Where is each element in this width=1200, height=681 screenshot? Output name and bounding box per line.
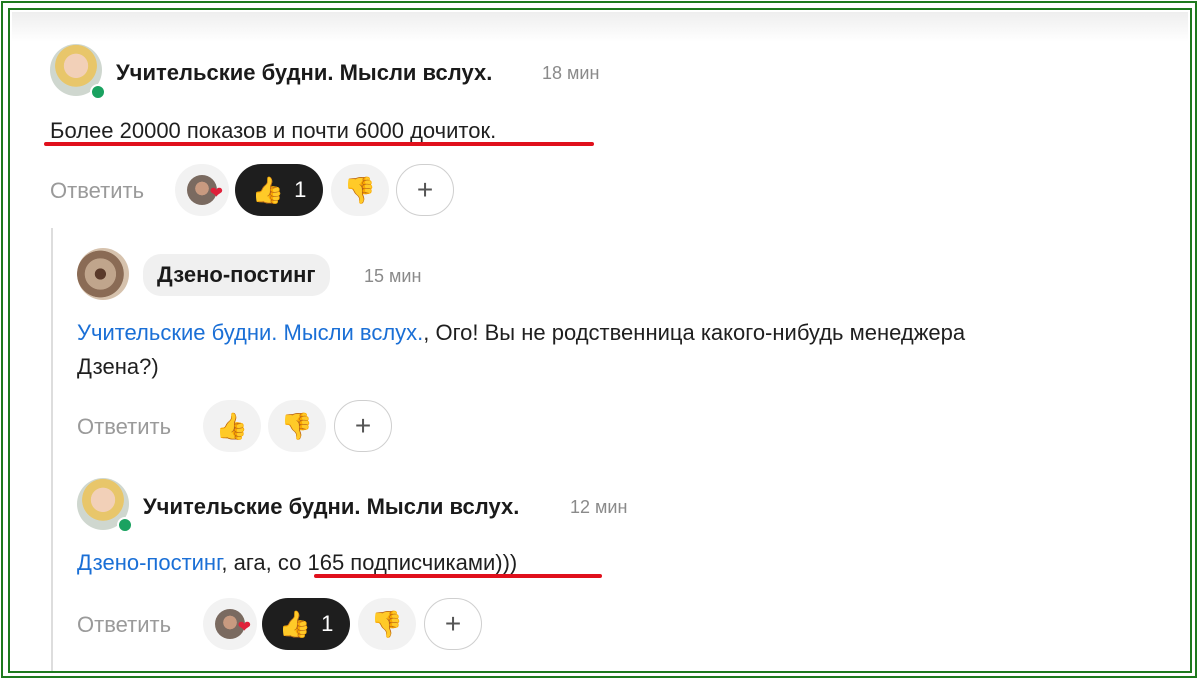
online-indicator <box>117 517 133 533</box>
thumbs-down-icon: 👎 <box>280 411 314 441</box>
red-underline <box>44 142 594 146</box>
plus-icon: + <box>354 410 372 441</box>
dislike-button[interactable]: 👎 <box>331 164 389 216</box>
like-button[interactable]: 👍 <box>203 400 261 452</box>
comment-author[interactable]: Учительские будни. Мысли вслух. <box>116 60 492 86</box>
plus-icon: + <box>444 608 462 639</box>
add-reaction-button[interactable]: + <box>396 164 454 216</box>
comment-text-body: , ага, со 165 подписчиками))) <box>221 550 518 575</box>
comment-text-line1: , Ого! Вы не родственница какого-нибудь … <box>423 320 966 345</box>
add-reaction-button[interactable]: + <box>334 400 392 452</box>
plus-icon: + <box>416 174 434 205</box>
dislike-button[interactable]: 👎 <box>358 598 416 650</box>
thread-line <box>51 228 53 671</box>
reactor-avatar-icon: ❤ <box>187 175 223 205</box>
dislike-button[interactable]: 👎 <box>268 400 326 452</box>
reply-button[interactable]: Ответить <box>77 612 171 638</box>
thumbs-down-icon: 👎 <box>343 175 377 205</box>
red-underline <box>314 574 602 578</box>
online-indicator <box>90 84 106 100</box>
comment-text: Учительские будни. Мысли вслух., Ого! Вы… <box>77 316 1157 384</box>
comment-time: 18 мин <box>542 63 600 83</box>
comment-time: 15 мин <box>364 266 422 286</box>
thumbs-up-icon: 👍 <box>278 609 312 639</box>
heart-icon: ❤ <box>237 619 251 636</box>
like-button[interactable]: 👍 1 <box>235 164 323 216</box>
thumbs-up-icon: 👍 <box>215 411 249 441</box>
add-reaction-button[interactable]: + <box>424 598 482 650</box>
heart-icon: ❤ <box>209 185 223 202</box>
mention-link[interactable]: Учительские будни. Мысли вслух. <box>77 320 423 345</box>
thumbs-up-icon: 👍 <box>251 175 285 205</box>
like-count: 1 <box>321 611 334 636</box>
thumbs-down-icon: 👎 <box>370 609 404 639</box>
reaction-avatar-heart[interactable]: ❤ <box>175 164 229 216</box>
like-button[interactable]: 👍 1 <box>262 598 350 650</box>
comment-author[interactable]: Дзено-постинг <box>143 254 330 296</box>
comment-author[interactable]: Учительские будни. Мысли вслух. <box>143 494 519 520</box>
like-count: 1 <box>294 177 307 202</box>
reactor-avatar-icon: ❤ <box>215 609 251 639</box>
comment-time: 12 мин <box>570 497 628 517</box>
top-fade <box>12 12 1188 42</box>
reply-button[interactable]: Ответить <box>50 178 144 204</box>
comment-text-line2: Дзена?) <box>77 354 159 379</box>
mention-link[interactable]: Дзено-постинг <box>77 550 221 575</box>
reply-button[interactable]: Ответить <box>77 414 171 440</box>
avatar[interactable] <box>77 248 129 300</box>
reaction-avatar-heart[interactable]: ❤ <box>203 598 257 650</box>
